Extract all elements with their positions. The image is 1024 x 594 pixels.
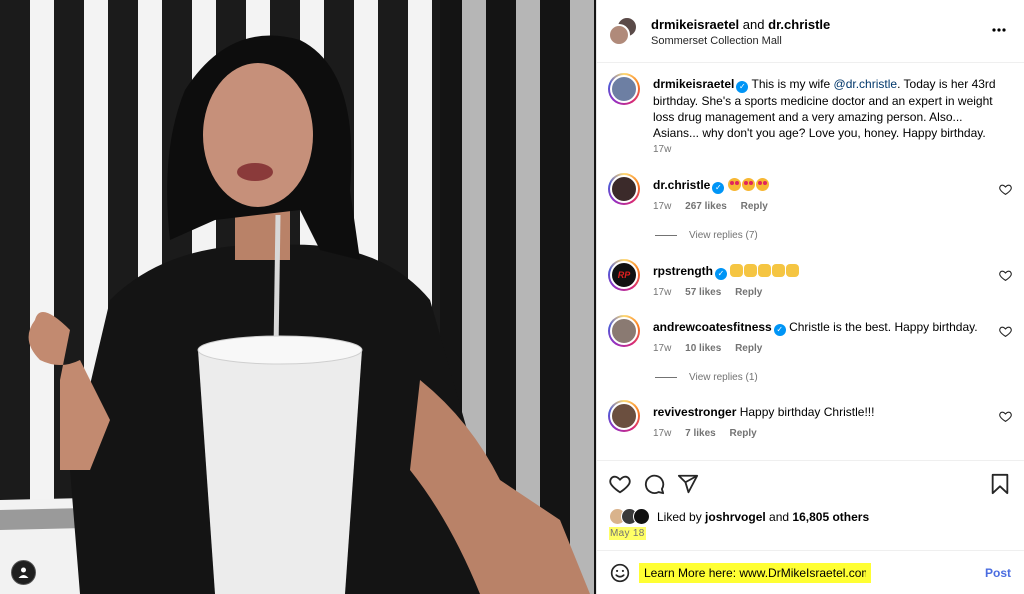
reply-button[interactable]: Reply — [735, 287, 762, 298]
comment-username[interactable]: dr.christle — [653, 178, 710, 192]
verified-badge-icon: ✓ — [773, 324, 786, 336]
comment-like-heart-icon[interactable] — [999, 410, 1012, 423]
others-likes-link[interactable]: 16,805 others — [792, 510, 869, 524]
mention-link[interactable]: @dr.christle — [834, 77, 898, 91]
likes-prefix: Liked by — [657, 510, 706, 524]
comment-time: 17w — [653, 428, 672, 439]
comment-text: andrewcoatesfitness ✓ Christle is the bes… — [653, 319, 978, 336]
comment-bubble-icon[interactable] — [643, 473, 665, 495]
comment-like-heart-icon[interactable] — [999, 325, 1012, 338]
paper-plane-icon[interactable] — [677, 473, 699, 495]
location-link[interactable]: Sommerset Collection Mall — [651, 35, 782, 47]
clap-emoji-icon — [730, 264, 744, 277]
comment-meta: 17w 267 likes Reply — [653, 201, 779, 212]
bookmark-icon[interactable] — [989, 473, 1011, 495]
comment-meta: 17w 10 likes Reply — [653, 343, 773, 354]
avatar — [608, 24, 630, 46]
avatar — [610, 75, 638, 103]
likes-summary: Liked by joshrvogel and 16,805 others — [657, 510, 869, 524]
comment-time: 17w — [653, 343, 672, 354]
comment-input[interactable] — [639, 563, 871, 583]
caption-username[interactable]: drmikeisraetel — [653, 77, 734, 91]
avatar — [610, 402, 638, 430]
comment-text: revivestronger Happy birthday Christle!!… — [653, 404, 874, 420]
clap-emoji-icon — [744, 264, 758, 277]
more-horizontal-icon — [992, 28, 1006, 32]
view-replies-button[interactable]: View replies (1) — [655, 372, 758, 383]
comment-like-heart-icon[interactable] — [999, 269, 1012, 282]
reply-button[interactable]: Reply — [730, 428, 757, 439]
tag-people-button[interactable] — [11, 560, 36, 585]
comment-avatar[interactable]: RP — [608, 259, 640, 291]
view-replies-button[interactable]: View replies (7) — [655, 230, 758, 241]
comment-username[interactable]: rpstrength — [653, 264, 713, 278]
comment-composer: Post — [597, 550, 1024, 594]
verified-badge-icon: ✓ — [712, 182, 725, 194]
comment-likes[interactable]: 267 likes — [685, 201, 727, 212]
comment-text: rpstrength ✓ — [653, 263, 800, 280]
caption-time: 17w — [653, 144, 672, 155]
photo-illustration — [0, 0, 596, 594]
comment-likes[interactable]: 7 likes — [685, 428, 716, 439]
more-options-button[interactable] — [991, 22, 1007, 38]
author-joiner: and — [742, 17, 765, 32]
comments-list[interactable]: drmikeisraetel ✓ This is my wife @dr.chri… — [597, 63, 1024, 460]
author-link-2[interactable]: dr.christle — [768, 17, 830, 32]
comment-meta: 17w 7 likes Reply — [653, 428, 768, 439]
comment-username[interactable]: andrewcoatesfitness — [653, 320, 772, 334]
comment-time: 17w — [653, 287, 672, 298]
comment-avatar[interactable] — [608, 315, 640, 347]
collab-avatars[interactable] — [608, 16, 638, 46]
post-side-panel: drmikeisraetel and dr.christle Sommerset… — [596, 0, 1024, 594]
avatar — [610, 175, 638, 203]
comment-like-heart-icon[interactable] — [999, 183, 1012, 196]
post-authors: drmikeisraetel and dr.christle — [651, 17, 830, 32]
caption-meta: 17w — [653, 144, 682, 155]
reply-button[interactable]: Reply — [735, 343, 762, 354]
divider — [655, 234, 677, 236]
smiley-icon[interactable] — [610, 563, 630, 583]
heart-eyes-emoji-group — [727, 178, 770, 192]
avatar — [610, 317, 638, 345]
verified-badge-icon: ✓ — [736, 81, 749, 93]
liker-link[interactable]: joshrvogel — [705, 510, 766, 524]
post-actions: Liked by joshrvogel and 16,805 others Ma… — [597, 460, 1024, 550]
clap-emoji-group — [730, 264, 800, 278]
likes-middle: and — [765, 510, 793, 524]
heart-eyes-emoji-icon — [755, 178, 769, 191]
heart-icon[interactable] — [609, 473, 631, 495]
caption-text: drmikeisraetel ✓ This is my wife @dr.chri… — [653, 76, 998, 141]
clap-emoji-icon — [786, 264, 800, 277]
avatar — [633, 508, 650, 525]
comment-avatar[interactable] — [608, 173, 640, 205]
heart-eyes-emoji-icon — [727, 178, 741, 191]
post-header: drmikeisraetel and dr.christle Sommerset… — [597, 0, 1024, 63]
comment-body: Christle is the best. Happy birthday. — [789, 320, 978, 334]
verified-badge-icon: ✓ — [715, 268, 727, 280]
post-date[interactable]: May 18 — [609, 527, 646, 540]
comment-meta: 17w 57 likes Reply — [653, 287, 773, 298]
view-replies-label: View replies (1) — [689, 372, 758, 383]
caption-text-part: This is my wife — [751, 77, 834, 91]
post-photo[interactable] — [0, 0, 596, 594]
caption-avatar[interactable] — [608, 73, 640, 105]
comment-likes[interactable]: 57 likes — [685, 287, 721, 298]
comment-text: dr.christle ✓ — [653, 177, 770, 194]
clap-emoji-icon — [758, 264, 772, 277]
reply-button[interactable]: Reply — [741, 201, 768, 212]
user-tag-icon — [18, 567, 29, 578]
comment-body: Happy birthday Christle!!! — [739, 405, 875, 419]
comment-avatar[interactable] — [608, 400, 640, 432]
heart-eyes-emoji-icon — [741, 178, 755, 191]
author-link-1[interactable]: drmikeisraetel — [651, 17, 739, 32]
comment-username[interactable]: revivestronger — [653, 405, 736, 419]
clap-emoji-icon — [772, 264, 786, 277]
post-button[interactable]: Post — [985, 566, 1011, 580]
view-replies-label: View replies (7) — [689, 230, 758, 241]
comment-likes[interactable]: 10 likes — [685, 343, 721, 354]
divider — [655, 376, 677, 378]
comment-time: 17w — [653, 201, 672, 212]
rp-logo-icon: RP — [610, 261, 638, 289]
